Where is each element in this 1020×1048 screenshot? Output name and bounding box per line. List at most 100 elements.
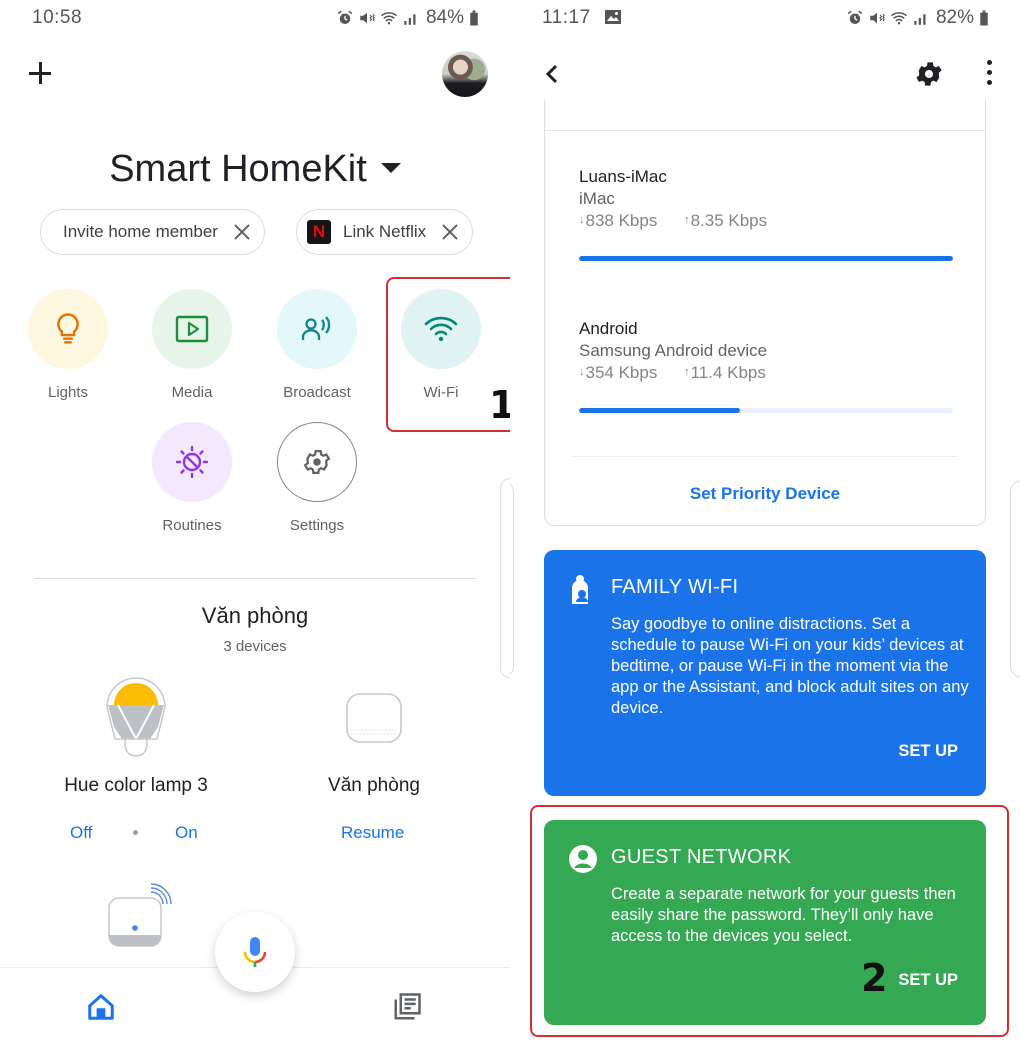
- battery-percent: 84%: [425, 7, 464, 28]
- microphone-icon: [243, 937, 267, 967]
- close-icon[interactable]: [232, 222, 252, 242]
- back-icon[interactable]: [542, 62, 562, 86]
- upload-arrow-icon: ↑: [684, 214, 690, 226]
- device-speeds: ↓838 Kbps ↑8.35 Kbps: [579, 211, 953, 231]
- shortcut-label: Routines: [162, 517, 222, 534]
- feed-icon[interactable]: [392, 992, 422, 1022]
- battery-icon: [470, 10, 478, 26]
- usage-bar: [579, 408, 953, 413]
- dropdown-caret-icon: [380, 162, 401, 173]
- more-vert-icon[interactable]: [984, 60, 994, 90]
- card-title: GUEST NETWORK: [611, 846, 792, 868]
- device-name: Luans-iMac: [579, 167, 667, 186]
- set-priority-device-link[interactable]: Set Priority Device: [545, 484, 985, 504]
- card-divider: [545, 130, 985, 131]
- family-wifi-setup-button[interactable]: SET UP: [898, 742, 958, 761]
- netflix-logo-icon: N: [307, 220, 331, 244]
- lamp-on-button[interactable]: On: [175, 823, 198, 843]
- gear-icon: [303, 450, 331, 474]
- shortcut-label: Lights: [47, 384, 89, 401]
- shortcut-label: Media: [171, 384, 213, 401]
- play-icon: [175, 315, 209, 343]
- mute-vibrate-icon: [870, 12, 885, 24]
- shortcut-settings[interactable]: Settings: [262, 422, 372, 534]
- signal-icon: [914, 14, 926, 25]
- resume-button[interactable]: Resume: [341, 823, 404, 843]
- guest-network-setup-button[interactable]: SET UP: [898, 971, 958, 990]
- signal-icon: [404, 14, 416, 25]
- usage-bar: [579, 256, 953, 261]
- device-name: Hue color lamp 3: [64, 775, 208, 796]
- gear-icon[interactable]: [913, 58, 945, 90]
- room-device-count: 3 devices: [223, 638, 287, 655]
- wifi-screen: 11:17 82% Luans-iMac iMac ↓838 Kbps ↑8.3…: [510, 0, 1020, 1048]
- device-row[interactable]: Android Samsung Android device ↓354 Kbps…: [579, 319, 953, 383]
- family-icon: [572, 575, 588, 604]
- lamp-off-button[interactable]: Off: [70, 823, 92, 843]
- usage-bar-fill: [579, 256, 953, 261]
- card-title: FAMILY WI-FI: [611, 576, 739, 598]
- shortcut-media[interactable]: Media: [137, 289, 247, 401]
- shortcut-label: Broadcast: [283, 384, 351, 401]
- device-type: iMac: [579, 189, 615, 208]
- link-netflix-chip[interactable]: N Link Netflix: [296, 209, 474, 255]
- guest-network-card: GUEST NETWORK Create a separate network …: [544, 820, 986, 1025]
- lightbulb-icon: [57, 313, 79, 344]
- home-icon[interactable]: [86, 992, 116, 1022]
- alarm-icon: [337, 10, 353, 24]
- upload-speed: 8.35 Kbps: [690, 211, 768, 230]
- wifi-point-device-icon[interactable]: [106, 882, 180, 950]
- status-bar: 10:58 84%: [0, 0, 510, 36]
- download-speed: 354 Kbps: [585, 363, 658, 382]
- download-arrow-icon: ↓: [579, 214, 585, 226]
- battery-icon: [980, 10, 988, 26]
- previous-card-peek: [510, 480, 514, 678]
- chip-label: Link Netflix: [343, 222, 427, 241]
- usage-bar-fill: [579, 408, 740, 413]
- card-divider: [573, 456, 957, 457]
- wifi-icon: [890, 12, 907, 25]
- home-selector[interactable]: Smart HomeKit: [0, 148, 510, 191]
- mute-vibrate-icon: [360, 12, 375, 24]
- routines-icon: [175, 445, 209, 479]
- status-bar: 11:17 82%: [510, 0, 1020, 36]
- image-icon: [605, 10, 622, 24]
- chip-label: Invite home member: [63, 222, 218, 241]
- shortcut-lights[interactable]: Lights: [13, 289, 123, 401]
- broadcast-icon: [301, 316, 331, 340]
- upload-arrow-icon: ↑: [684, 366, 690, 378]
- card-body: Say goodbye to online distractions. Set …: [611, 615, 969, 717]
- card-body: Create a separate network for your guest…: [611, 885, 956, 945]
- shortcut-routines[interactable]: Routines: [137, 422, 247, 534]
- device-name: Android: [579, 319, 638, 338]
- annotation-number: 1: [489, 383, 510, 427]
- shortcut-broadcast[interactable]: Broadcast: [262, 289, 372, 401]
- shortcut-label: Settings: [289, 517, 345, 534]
- home-title: Smart HomeKit: [109, 148, 367, 190]
- assistant-mic-button[interactable]: [215, 912, 295, 992]
- status-time: 11:17: [542, 7, 622, 29]
- download-speed: 838 Kbps: [585, 211, 658, 230]
- section-divider: [34, 578, 476, 579]
- alarm-icon: [847, 10, 863, 24]
- wifi-icon: [380, 12, 397, 25]
- download-arrow-icon: ↓: [579, 366, 585, 378]
- devices-card: Luans-iMac iMac ↓838 Kbps ↑8.35 Kbps And…: [544, 100, 986, 526]
- close-icon[interactable]: [440, 222, 460, 242]
- device-speeds: ↓354 Kbps ↑11.4 Kbps: [579, 363, 953, 383]
- invite-home-member-chip[interactable]: Invite home member: [40, 209, 265, 255]
- avatar[interactable]: [442, 51, 488, 97]
- device-name: Văn phòng: [328, 775, 420, 796]
- guest-person-icon: [569, 845, 597, 873]
- device-type: Samsung Android device: [579, 341, 768, 360]
- home-screen: 10:58 84% Smart HomeKit Invite home memb…: [0, 0, 510, 1048]
- annotation-number: 2: [861, 956, 888, 1000]
- next-card-peek: [500, 478, 510, 678]
- speaker-device-icon[interactable]: [345, 692, 403, 744]
- add-icon[interactable]: [27, 60, 53, 86]
- family-wifi-card: FAMILY WI-FI Say goodbye to online distr…: [544, 550, 986, 796]
- device-row[interactable]: Luans-iMac iMac ↓838 Kbps ↑8.35 Kbps: [579, 167, 953, 231]
- lamp-device-icon[interactable]: [104, 675, 168, 760]
- status-time: 10:58: [32, 7, 83, 28]
- upload-speed: 11.4 Kbps: [690, 363, 766, 382]
